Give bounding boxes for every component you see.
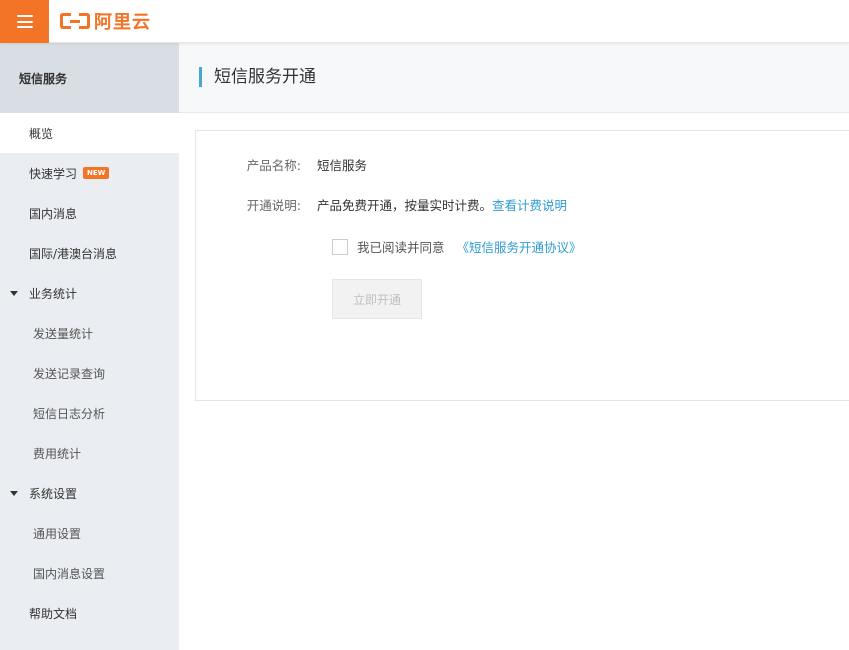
sidebar-group-business-stats[interactable]: 业务统计 [0,273,179,313]
aliyun-logo[interactable]: 阿里云 [60,9,151,33]
sidebar-group-system-settings[interactable]: 系统设置 [0,473,179,513]
sidebar-title: 短信服务 [0,43,179,113]
top-bar: 阿里云 [0,0,849,43]
sidebar-item-label: 短信日志分析 [33,406,106,421]
sidebar-item-label: 业务统计 [29,286,78,301]
description-row: 开通说明: 产品免费开通，按量实时计费。 查看计费说明 [196,195,567,214]
sidebar-item-label: 国内消息 [29,206,78,221]
sidebar-item-log-analysis[interactable]: 短信日志分析 [0,393,179,433]
sidebar-item-international-messages[interactable]: 国际/港澳台消息 [0,233,179,273]
agree-checkbox[interactable] [332,238,348,255]
sidebar-item-domestic-settings[interactable]: 国内消息设置 [0,553,179,593]
page-title: 短信服务开通 [214,67,316,87]
sidebar-item-help-docs[interactable]: 帮助文档 [0,593,179,633]
caret-down-icon [10,490,18,496]
sidebar-item-send-volume[interactable]: 发送量统计 [0,313,179,353]
product-name-value: 短信服务 [317,158,368,173]
agreement-link[interactable]: 《短信服务开通协议》 [457,237,582,256]
title-accent-bar [199,67,202,87]
sidebar-item-label: 发送记录查询 [33,366,106,381]
description-label: 开通说明: [246,198,301,213]
activate-now-button[interactable]: 立即开通 [332,279,422,319]
pricing-link[interactable]: 查看计费说明 [492,195,567,214]
activation-panel: 产品名称: 短信服务 开通说明: 产品免费开通，按量实时计费。 查看计费说明 我… [195,130,849,401]
agree-text: 我已阅读并同意 [357,240,445,255]
description-value: 产品免费开通，按量实时计费。 [317,198,493,213]
sidebar: 短信服务 概览 快速学习 NEW 国内消息 国际/港澳台消息 业务统计 发送量统计… [0,43,179,650]
caret-down-icon [10,290,18,296]
menu-toggle-button[interactable] [0,0,49,43]
sidebar-item-label: 国际/港澳台消息 [29,246,118,261]
sidebar-item-send-records[interactable]: 发送记录查询 [0,353,179,393]
aliyun-logo-icon [60,13,90,29]
sidebar-item-label: 快速学习 [29,166,78,181]
sidebar-item-label: 通用设置 [33,526,82,541]
sidebar-item-label: 国内消息设置 [33,566,106,581]
sidebar-item-label: 费用统计 [33,446,82,461]
sidebar-item-domestic-messages[interactable]: 国内消息 [0,193,179,233]
new-badge: NEW [83,167,110,179]
product-name-row: 产品名称: 短信服务 [196,155,367,174]
product-name-label: 产品名称: [246,158,301,173]
sidebar-item-quick-learn[interactable]: 快速学习 NEW [0,153,179,193]
sidebar-item-overview[interactable]: 概览 [0,113,179,153]
hamburger-icon [16,15,33,28]
logo-text: 阿里云 [94,12,151,33]
sidebar-item-label: 概览 [29,126,54,141]
sidebar-item-general-settings[interactable]: 通用设置 [0,513,179,553]
sidebar-item-label: 帮助文档 [29,606,78,621]
sidebar-item-label: 系统设置 [29,486,78,501]
sidebar-item-cost-stats[interactable]: 费用统计 [0,433,179,473]
agreement-row: 我已阅读并同意 《短信服务开通协议》 [332,237,582,256]
sidebar-item-label: 发送量统计 [33,326,94,341]
page-header: 短信服务开通 [179,43,849,113]
